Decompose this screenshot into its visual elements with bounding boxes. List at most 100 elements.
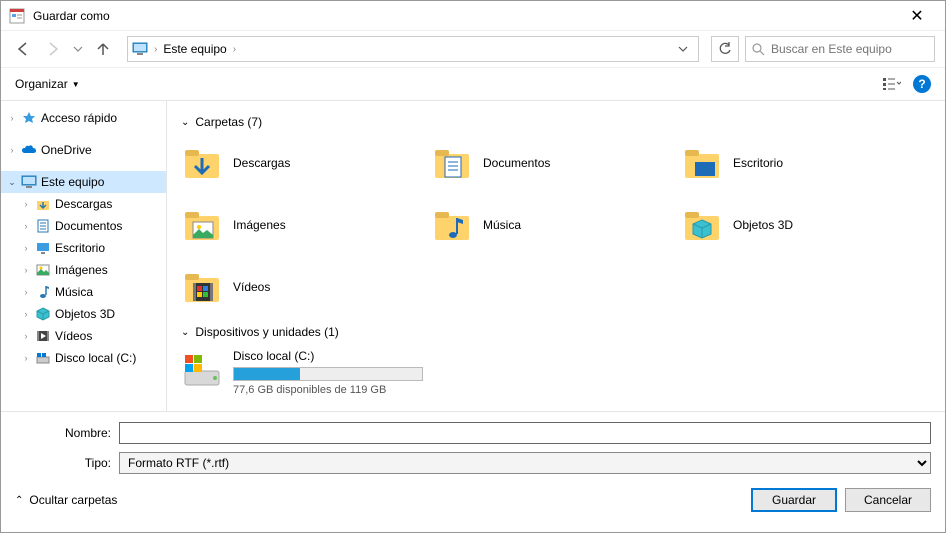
desktop-icon	[681, 142, 723, 184]
chevron-down-icon: ⌄	[181, 327, 189, 338]
chevron-down-icon: ▼	[72, 80, 80, 89]
nav-row: › Este equipo ›	[1, 31, 945, 67]
expand-icon[interactable]: ›	[21, 331, 31, 341]
help-button[interactable]: ?	[913, 75, 931, 93]
drive-icon	[181, 349, 223, 391]
tree-quick-access[interactable]: › Acceso rápido	[1, 107, 166, 129]
tree-videos[interactable]: › Vídeos	[1, 325, 166, 347]
star-icon	[21, 110, 37, 126]
expand-icon[interactable]: ›	[7, 145, 17, 155]
tree-music[interactable]: › Música	[1, 281, 166, 303]
videos-icon	[35, 328, 51, 344]
drive-usage-bar	[233, 367, 423, 381]
hide-folders-label: Ocultar carpetas	[29, 493, 117, 507]
tree-label: OneDrive	[41, 143, 92, 157]
downloads-icon	[35, 196, 51, 212]
cube-icon	[35, 306, 51, 322]
expand-icon[interactable]: ›	[21, 221, 31, 231]
recent-dropdown[interactable]	[71, 37, 85, 61]
pictures-icon	[35, 262, 51, 278]
desktop-icon	[35, 240, 51, 256]
thispc-icon	[132, 41, 148, 57]
drive-local-c[interactable]: Disco local (C:) 77,6 GB disponibles de …	[181, 349, 481, 396]
tree-label: Acceso rápido	[41, 111, 117, 125]
folder-label: Descargas	[233, 156, 290, 170]
folder-3dobjects[interactable]: Objetos 3D	[681, 201, 911, 249]
back-button[interactable]	[11, 37, 35, 61]
tree-3dobjects[interactable]: ›Objetos 3D	[1, 303, 166, 325]
address-dropdown[interactable]	[672, 44, 694, 54]
organize-label: Organizar	[15, 77, 68, 91]
tree-onedrive[interactable]: › OneDrive	[1, 139, 166, 161]
folders-grid: Descargas Documentos Escritorio Imágenes…	[181, 139, 931, 311]
chevron-right-icon: ›	[154, 44, 157, 55]
folder-label: Imágenes	[233, 218, 286, 232]
tree-desktop[interactable]: › Escritorio	[1, 237, 166, 259]
videos-icon	[181, 266, 223, 308]
tree-label: Disco local (C:)	[55, 351, 136, 365]
search-icon	[752, 43, 765, 56]
pictures-icon	[181, 204, 223, 246]
content-pane: ⌄ Carpetas (7) Descargas Documentos Escr…	[167, 101, 945, 411]
app-icon	[9, 8, 25, 24]
folder-label: Música	[483, 218, 521, 232]
filetype-select[interactable]: Formato RTF (*.rtf)	[119, 452, 931, 474]
expand-icon[interactable]: ›	[21, 265, 31, 275]
expand-icon[interactable]: ›	[21, 309, 31, 319]
tree-documents[interactable]: ›Documentos	[1, 215, 166, 237]
thispc-icon	[21, 174, 37, 190]
tree-label: Este equipo	[41, 175, 104, 189]
main-area: › Acceso rápido › OneDrive ⌄ Este equipo…	[1, 101, 945, 411]
expand-icon[interactable]: ›	[21, 199, 31, 209]
organize-menu[interactable]: Organizar ▼	[15, 77, 80, 91]
tree-downloads[interactable]: › Descargas	[1, 193, 166, 215]
search-box[interactable]	[745, 36, 935, 62]
folder-pictures[interactable]: Imágenes	[181, 201, 411, 249]
tree-label: Escritorio	[55, 241, 105, 255]
group-folders-header[interactable]: ⌄ Carpetas (7)	[181, 115, 931, 129]
address-bar[interactable]: › Este equipo ›	[127, 36, 699, 62]
tree-label: Descargas	[55, 197, 112, 211]
save-button[interactable]: Guardar	[751, 488, 837, 512]
save-form: Nombre: Tipo: Formato RTF (*.rtf) ⌃ Ocul…	[1, 411, 945, 520]
group-devices-header[interactable]: ⌄ Dispositivos y unidades (1)	[181, 325, 931, 339]
tree-localdisk[interactable]: › Disco local (C:)	[1, 347, 166, 369]
filename-input[interactable]	[119, 422, 931, 444]
close-button[interactable]: ✕	[897, 1, 937, 31]
drive-icon	[35, 350, 51, 366]
tree-pictures[interactable]: › Imágenes	[1, 259, 166, 281]
chevron-right-icon: ›	[233, 44, 236, 55]
group-title: Carpetas (7)	[195, 115, 262, 129]
music-icon	[35, 284, 51, 300]
folder-videos[interactable]: Vídeos	[181, 263, 411, 311]
nav-tree[interactable]: › Acceso rápido › OneDrive ⌄ Este equipo…	[1, 101, 167, 411]
group-title: Dispositivos y unidades (1)	[195, 325, 338, 339]
view-options-button[interactable]	[879, 73, 905, 95]
hide-folders-toggle[interactable]: ⌃ Ocultar carpetas	[15, 493, 117, 507]
cancel-button[interactable]: Cancelar	[845, 488, 931, 512]
drive-free-text: 77,6 GB disponibles de 119 GB	[233, 384, 481, 396]
folder-documents[interactable]: Documentos	[431, 139, 661, 187]
tree-label: Música	[55, 285, 93, 299]
collapse-icon[interactable]: ⌄	[7, 177, 17, 188]
chevron-down-icon: ⌄	[181, 117, 189, 128]
refresh-button[interactable]	[711, 36, 739, 62]
folder-music[interactable]: Música	[431, 201, 661, 249]
cube-icon	[681, 204, 723, 246]
folder-downloads[interactable]: Descargas	[181, 139, 411, 187]
breadcrumb-location[interactable]: Este equipo	[163, 42, 226, 56]
expand-icon[interactable]: ›	[21, 243, 31, 253]
documents-icon	[35, 218, 51, 234]
forward-button[interactable]	[41, 37, 65, 61]
expand-icon[interactable]: ›	[21, 353, 31, 363]
tree-thispc[interactable]: ⌄ Este equipo	[1, 171, 166, 193]
tree-label: Vídeos	[55, 329, 92, 343]
expand-icon[interactable]: ›	[7, 113, 17, 123]
drive-usage-fill	[234, 368, 300, 380]
tree-label: Imágenes	[55, 263, 108, 277]
search-input[interactable]	[771, 42, 928, 56]
up-button[interactable]	[91, 37, 115, 61]
folder-desktop[interactable]: Escritorio	[681, 139, 911, 187]
expand-icon[interactable]: ›	[21, 287, 31, 297]
filetype-label: Tipo:	[15, 456, 119, 470]
